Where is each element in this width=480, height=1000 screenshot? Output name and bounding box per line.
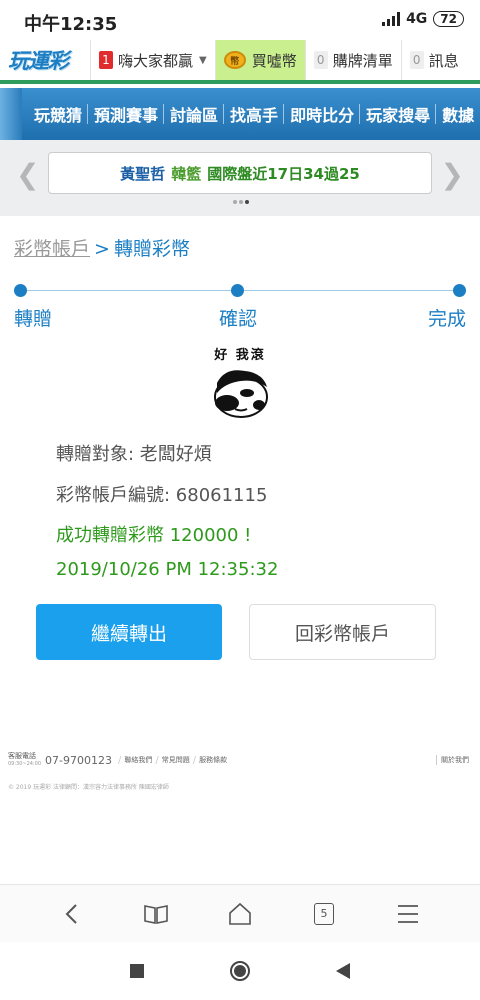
service-hours: 09:30~24:00 — [8, 761, 42, 767]
messages-label: 訊息 — [428, 51, 459, 70]
step-label-confirm: 確認 — [219, 308, 258, 330]
transfer-target: 轉贈對象: 老闆好煩 — [56, 444, 212, 465]
ticker-expert-name: 黃聖哲 — [120, 164, 166, 183]
site-logo[interactable]: 玩運彩 — [0, 40, 90, 80]
menu-item-stats[interactable]: 數據 — [435, 102, 480, 126]
progress-steps: 轉贈 確認 完成 — [14, 282, 466, 342]
service-phone[interactable]: 07-9700123 — [45, 754, 112, 767]
menu-icon[interactable] — [394, 900, 422, 928]
step-dot-complete — [453, 284, 466, 297]
home-button-icon[interactable] — [229, 960, 251, 982]
recents-icon[interactable] — [129, 963, 145, 979]
coin-icon: 幣 — [223, 51, 246, 69]
continue-transfer-button[interactable]: 繼續轉出 — [36, 604, 222, 660]
chevron-left-icon[interactable]: ❮ — [16, 158, 39, 191]
chevron-right-icon[interactable]: ❯ — [441, 158, 464, 191]
main-menu: 玩競猜 預測賽事 討論區 找高手 即時比分 玩家搜尋 數據 — [0, 88, 480, 140]
user-menu[interactable]: 1 嗨大家都贏 ▼ — [90, 40, 215, 80]
status-indicators: 4G 72 — [382, 11, 464, 27]
buy-coins-label: 買噓幣 — [251, 51, 297, 70]
message-count-badge: 0 — [409, 51, 424, 69]
transfer-datetime: 2019/10/26 PM 12:35:32 — [56, 559, 279, 580]
ticker-item[interactable]: 黃聖哲 韓籃 國際盤近17日34過25 — [48, 152, 432, 194]
notification-badge: 1 — [99, 51, 113, 69]
breadcrumb-current: 轉贈彩幣 — [113, 238, 190, 260]
meme-sticker: 好 我滾 — [205, 344, 275, 419]
breadcrumb-parent-link[interactable]: 彩幣帳戶 — [14, 238, 90, 260]
panda-face-icon — [214, 370, 268, 418]
buy-coins-link[interactable]: 幣 買噓幣 — [214, 40, 305, 80]
messages-link[interactable]: 0 訊息 — [400, 40, 467, 80]
menu-item-forum[interactable]: 討論區 — [163, 102, 224, 126]
username: 嗨大家都贏 — [118, 51, 194, 70]
footer-contact-row: 客服電話 09:30~24:00 07-9700123 / 聯絡我們 / 常見問… — [8, 752, 469, 768]
chevron-down-icon: ▼ — [199, 54, 207, 66]
service-info: 客服電話 09:30~24:00 — [8, 752, 41, 768]
system-nav — [0, 942, 480, 1000]
purchase-list-link[interactable]: 0 購牌清單 — [304, 40, 401, 80]
breadcrumb-separator: > — [94, 238, 110, 260]
signal-icon — [382, 12, 401, 26]
status-time: 中午12:35 — [24, 14, 118, 35]
copyright: © 2019 玩運彩 法律顧問：漢宗容力法律事務所 陳國宏律師 — [8, 784, 169, 791]
battery-icon: 72 — [433, 11, 464, 27]
account-number: 彩幣帳戶編號: 68061115 — [56, 485, 268, 506]
home-icon[interactable] — [226, 900, 254, 928]
back-to-account-button[interactable]: 回彩幣帳戶 — [249, 604, 436, 660]
top-nav: 玩運彩 1 嗨大家都贏 ▼ 幣 買噓幣 0 購牌清單 0 訊息 — [0, 40, 480, 84]
back-triangle-icon[interactable] — [335, 962, 351, 980]
footer-link-contact[interactable]: 聯絡我們 — [124, 755, 152, 765]
step-dot-confirm — [231, 284, 244, 297]
carousel-indicator — [233, 200, 249, 204]
step-label-complete: 完成 — [427, 308, 466, 330]
network-type: 4G — [406, 11, 428, 27]
step-dot-transfer — [14, 284, 27, 297]
footer-link-terms[interactable]: 服務條款 — [199, 755, 227, 765]
purchase-list-label: 購牌清單 — [332, 51, 393, 70]
footer-link-about[interactable]: 關於我們 — [436, 755, 469, 765]
purchase-count-badge: 0 — [313, 51, 328, 69]
browser-toolbar: 5 — [0, 884, 480, 942]
footer-link-faq[interactable]: 常見問題 — [162, 755, 190, 765]
breadcrumb: 彩幣帳戶 > 轉贈彩幣 — [14, 234, 190, 261]
success-message: 成功轉贈彩幣 120000 ! — [56, 525, 252, 546]
service-label: 客服電話 — [8, 752, 36, 760]
step-label-transfer: 轉贈 — [14, 308, 53, 330]
back-icon[interactable] — [58, 900, 86, 928]
menu-item-predict[interactable]: 預測賽事 — [87, 102, 164, 126]
bookmarks-icon[interactable] — [142, 900, 170, 928]
ticker-carousel: ❮ 黃聖哲 韓籃 國際盤近17日34過25 ❯ — [0, 140, 480, 216]
footer: 客服電話 09:30~24:00 07-9700123 / 聯絡我們 / 常見問… — [8, 752, 472, 791]
ticker-league: 韓籃 — [171, 164, 202, 183]
logo-text: 玩運彩 — [8, 48, 69, 73]
menu-item-guess[interactable]: 玩競猜 — [28, 102, 88, 126]
meme-caption: 好 我滾 — [214, 348, 266, 363]
status-bar: 中午12:35 4G 72 — [0, 0, 480, 40]
menu-item-player-search[interactable]: 玩家搜尋 — [359, 102, 436, 126]
ticker-record: 國際盤近17日34過25 — [207, 164, 360, 183]
tabs-icon[interactable]: 5 — [310, 900, 338, 928]
menu-item-experts[interactable]: 找高手 — [223, 102, 284, 126]
menu-item-live-score[interactable]: 即時比分 — [283, 102, 360, 126]
tab-count: 5 — [314, 902, 334, 925]
